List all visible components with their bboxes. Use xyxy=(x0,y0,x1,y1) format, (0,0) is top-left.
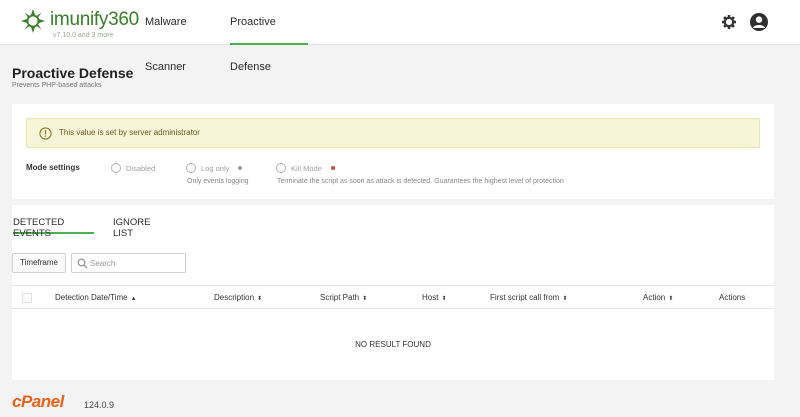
column-host-label: Host xyxy=(422,293,439,302)
tab-detected-events[interactable]: DETECTED EVENTS xyxy=(13,217,94,239)
column-detection-date[interactable]: Detection Date/Time ▲ xyxy=(55,293,137,302)
radio-disabled-label: Disabled xyxy=(126,164,156,173)
info-icon xyxy=(39,127,52,140)
timeframe-button[interactable]: Timeframe xyxy=(12,253,66,273)
page-title: Proactive Defense xyxy=(12,65,134,81)
sort-asc-icon[interactable]: ▲ xyxy=(131,296,137,302)
tab-ignore-list[interactable]: IGNORE LIST xyxy=(113,217,173,239)
alert-text: This value is set by server administrato… xyxy=(59,128,200,137)
search-input[interactable] xyxy=(90,256,182,270)
log-only-status-dot xyxy=(238,166,242,170)
radio-log-only[interactable] xyxy=(186,163,196,173)
events-tabs: DETECTED EVENTS IGNORE LIST xyxy=(12,217,774,239)
mode-settings-label: Mode settings xyxy=(26,163,80,172)
sort-icon[interactable]: ⬍ xyxy=(362,296,367,302)
user-avatar-icon[interactable] xyxy=(749,12,769,32)
column-actions: Actions xyxy=(719,293,746,302)
brand-version: v7.10.0 and 3 more xyxy=(53,32,114,39)
cpanel-version: 124.0.9 xyxy=(84,400,115,410)
column-first-script-call[interactable]: First script call from ⬍ xyxy=(490,293,567,302)
no-results-message: NO RESULT FOUND xyxy=(355,340,431,349)
cpanel-logo: cPanel xyxy=(12,392,64,411)
page-subtitle: Prevents PHP-based attacks xyxy=(12,82,102,89)
brand-name: imunify360 xyxy=(50,9,139,30)
column-detection-date-label: Detection Date/Time xyxy=(55,293,128,302)
section-divider xyxy=(12,199,774,205)
nav-proactive-defense[interactable]: Proactive Defense xyxy=(230,0,308,73)
top-navigation-bar: imunify360 v7.10.0 and 3 more Malware Sc… xyxy=(0,0,800,73)
radio-disabled[interactable] xyxy=(111,163,121,173)
column-script-path-label: Script Path xyxy=(320,293,360,302)
column-script-path[interactable]: Script Path ⬍ xyxy=(320,293,367,302)
proactive-defense-panel: This value is set by server administrato… xyxy=(12,104,774,380)
kill-mode-status-dot xyxy=(331,166,335,170)
radio-kill-mode[interactable] xyxy=(276,163,286,173)
gear-icon[interactable] xyxy=(719,12,739,32)
search-box[interactable] xyxy=(71,253,186,273)
imunify-leaf-icon xyxy=(21,9,45,33)
kill-mode-hint: Terminate the script as soon as attack i… xyxy=(277,178,564,185)
imunify360-logo[interactable]: imunify360 v7.10.0 and 3 more xyxy=(20,8,140,40)
column-description[interactable]: Description ⬍ xyxy=(214,293,262,302)
sort-icon[interactable]: ⬍ xyxy=(562,296,567,302)
column-action-label: Action xyxy=(643,293,666,302)
radio-kill-mode-label: Kill Mode xyxy=(291,164,322,173)
sort-icon[interactable]: ⬍ xyxy=(441,296,446,302)
column-action[interactable]: Action ⬍ xyxy=(643,293,673,302)
sort-icon[interactable]: ⬍ xyxy=(668,296,673,302)
select-all-checkbox[interactable] xyxy=(22,293,32,303)
events-table-header: Detection Date/Time ▲ Description ⬍ Script… xyxy=(12,285,774,309)
sort-icon[interactable]: ⬍ xyxy=(257,296,262,302)
log-only-hint: Only events logging xyxy=(187,178,249,185)
column-description-label: Description xyxy=(214,293,255,302)
nav-malware-scanner[interactable]: Malware Scanner xyxy=(145,0,215,73)
column-host[interactable]: Host ⬍ xyxy=(422,293,446,302)
column-first-script-call-label: First script call from xyxy=(490,293,560,302)
radio-log-only-label: Log only xyxy=(201,164,230,173)
admin-notice-alert: This value is set by server administrato… xyxy=(26,118,760,148)
search-icon xyxy=(77,258,88,269)
